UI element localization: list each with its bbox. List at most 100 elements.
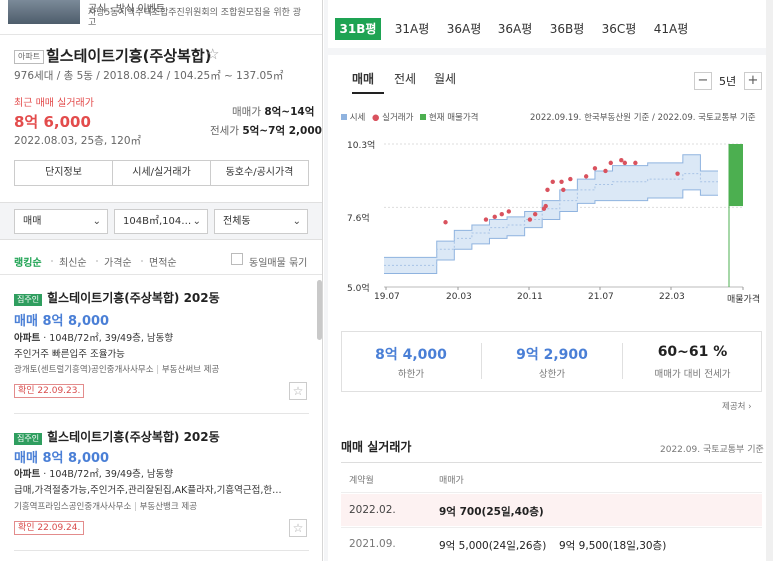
upper-price: 9억 2,900 (516, 347, 588, 363)
sort-separator (141, 260, 143, 262)
col-sale-price: 매매가 (439, 476, 464, 486)
y-tick-label: 7.6억 (347, 213, 370, 224)
complex-info-button[interactable]: 단지정보 (15, 161, 113, 185)
same-listing-label: 동일매물 묶기 (249, 258, 308, 269)
table-row-date: 2022.02. (349, 504, 396, 516)
x-tick-label: 19.07 (374, 292, 400, 302)
confirm-badge: 확인 22.09.24. (14, 520, 85, 535)
divider (0, 34, 322, 35)
actual-price-point (633, 160, 638, 166)
sort-latest[interactable]: 최신순 (59, 254, 87, 269)
right-scrollbar[interactable] (766, 0, 773, 561)
tab-36a-2[interactable]: 36A평 (492, 18, 538, 40)
tab-41a[interactable]: 41A평 (648, 18, 694, 40)
listing-name[interactable]: 힐스테이트기흥(주상복합) 202동 (47, 289, 220, 306)
actual-price-point (583, 174, 589, 179)
sort-separator (51, 260, 53, 262)
listing-agent: 광개토(센트럴기흥역)공인중개사사무소 | 부동산써브 제공 (14, 365, 220, 375)
favorite-star-icon[interactable]: ☆ (206, 45, 219, 63)
sale-range-row: 매매가 8억~14억 (232, 104, 314, 119)
tab-31a[interactable]: 31A평 (389, 18, 435, 40)
legend-market-swatch (341, 114, 347, 120)
same-listing-checkbox[interactable] (231, 253, 243, 265)
period-label: 5년 (719, 75, 737, 88)
listing-star-icon[interactable]: ☆ (289, 382, 307, 400)
unit-price-button[interactable]: 동호수/공시가격 (211, 161, 308, 185)
actual-price-point (559, 179, 564, 184)
left-panel: 공식 · 방식 이벤트 사랑5동지역주택조합주진위원회의 조합원모집을 위한 광… (0, 0, 323, 561)
sort-area[interactable]: 면적순 (149, 254, 177, 269)
actual-price-point (532, 211, 538, 217)
y-tick-label: 5.0억 (347, 284, 370, 294)
jeonse-label: 전세가 (210, 125, 239, 137)
listing-star-icon[interactable]: ☆ (289, 519, 307, 537)
x-tick-label: 20.11 (517, 292, 543, 302)
recent-price-detail: 2022.08.03, 25층, 120㎡ (14, 135, 142, 147)
legend-actual-dot: ● (372, 113, 380, 123)
ad-thumbnail[interactable] (8, 0, 80, 24)
tab-31b[interactable]: 31B평 (335, 18, 381, 40)
y-tick-label: 10.3억 (347, 141, 376, 151)
actual-price-point (675, 171, 680, 176)
divider (14, 413, 309, 414)
listing-name[interactable]: 힐스테이트기흥(주상복합) 202동 (47, 428, 220, 445)
col-contract-month: 계약월 (349, 476, 374, 486)
listing-scrollbar[interactable] (317, 280, 322, 340)
area-select[interactable]: 104B㎡,104… ⌄ (114, 209, 208, 234)
jeonse-ratio-label: 매매가 대비 전세가 (654, 369, 731, 380)
x-tick-label: 21.07 (588, 292, 614, 302)
legend-current-swatch (420, 114, 427, 120)
actual-price-point (483, 217, 489, 222)
chart-legend: 시세 ● 실거래가 현재 매물가격 (341, 111, 478, 123)
listing-spec: 아파트 · 104B/72㎡, 39/49층, 남동향 (14, 469, 174, 480)
dong-select[interactable]: 전체동 ⌄ (214, 209, 308, 234)
listing-agent: 기흥역프라임스공인중개사사무소 | 부동산뱅크 제공 (14, 502, 198, 512)
actual-price-point (622, 160, 628, 166)
jeonse-ratio: 60~61 % (657, 344, 728, 360)
sort-separator (96, 260, 98, 262)
provider-link[interactable]: 제공처 › (722, 400, 752, 412)
chevron-down-icon: ⌄ (92, 216, 101, 227)
listing-spec: 아파트 · 104B/72㎡, 39/49층, 남동향 (14, 333, 174, 344)
lower-price: 8억 4,000 (375, 347, 447, 363)
tab-sale[interactable]: 매매 (352, 70, 374, 87)
tab-jeonse[interactable]: 전세 (394, 70, 416, 87)
actual-price-point (545, 187, 550, 193)
actual-price-point (550, 179, 555, 184)
market-band (384, 154, 718, 274)
price-history-button[interactable]: 시세/실거래가 (113, 161, 211, 185)
divider (341, 462, 762, 463)
actual-price-point (499, 211, 504, 217)
tab-monthly[interactable]: 월세 (434, 70, 456, 87)
actual-price-point (527, 217, 533, 222)
owner-badge: 집주인 (14, 292, 43, 306)
actual-price-point (543, 203, 548, 209)
table-row-date: 2021.09. (349, 538, 396, 550)
ad-subtitle: 사랑5동지역주택조합주진위원회의 조합원모집을 위한 광고 (88, 8, 302, 28)
tab-36c[interactable]: 36C평 (596, 18, 642, 40)
tab-36b[interactable]: 36B평 (544, 18, 590, 40)
jeonse-range-row: 전세가 5억~7억 2,000 (210, 123, 322, 138)
period-minus-button[interactable]: − (694, 72, 712, 90)
info-button-row: 단지정보 시세/실거래가 동호수/공시가격 (14, 160, 309, 186)
price-chart (384, 143, 744, 290)
listing-price: 매매 8억 8,000 (14, 314, 110, 329)
sort-price[interactable]: 가격순 (104, 254, 132, 269)
x-tick-label: 22.03 (659, 292, 685, 302)
chart-source: 2022.09.19. 한국부동산원 기준 / 2022.09. 국토교통부 기… (530, 113, 756, 123)
actual-price-point (492, 214, 497, 220)
trade-type-select[interactable]: 매매 ⌄ (14, 209, 108, 234)
sale-range: 8억~14억 (264, 106, 315, 118)
trade-table-basis: 2022.09. 국토교통부 기준 (660, 445, 764, 455)
upper-price-label: 상한가 (538, 369, 566, 380)
complex-meta: 976세대 / 총 5동 / 2018.08.24 / 104.25㎡ ~ 13… (14, 70, 284, 82)
divider (0, 274, 322, 275)
actual-price-point (561, 187, 566, 193)
sort-ranking[interactable]: 랭킹순 (14, 254, 42, 269)
period-plus-button[interactable]: + (744, 72, 762, 90)
jeonse-range: 5억~7억 2,000 (242, 125, 322, 137)
recent-price: 8억 6,000 (14, 113, 91, 131)
actual-price-point (608, 160, 613, 166)
tab-36a[interactable]: 36A평 (441, 18, 487, 40)
current-price-bar (729, 144, 743, 207)
